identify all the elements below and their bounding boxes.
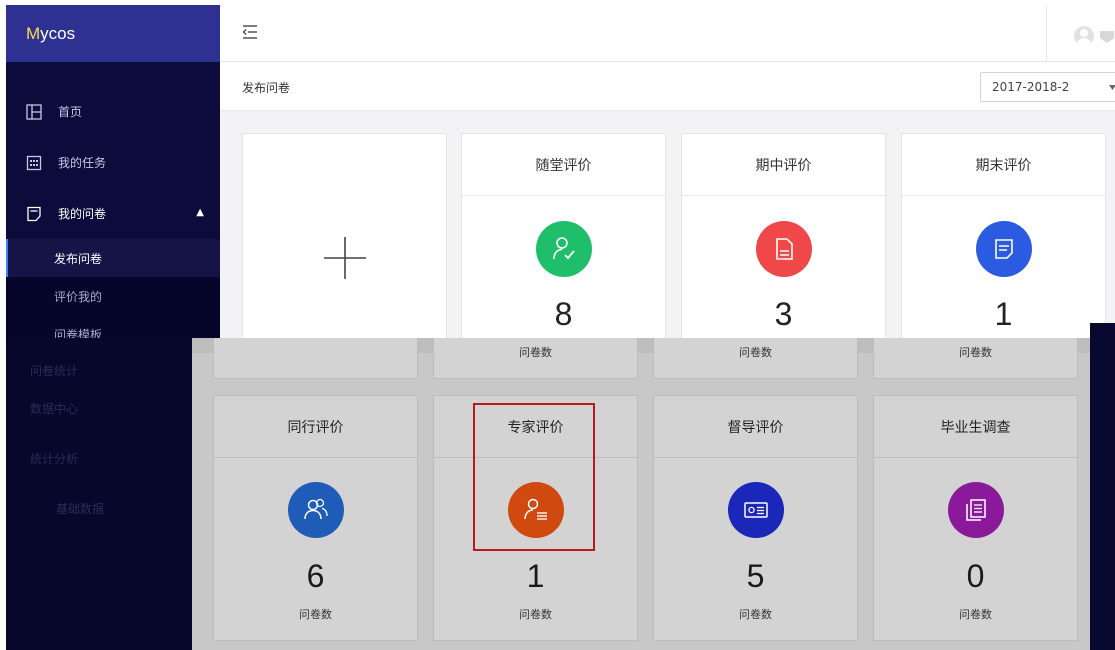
sidebar-subitem-publish[interactable]: 发布问卷 xyxy=(6,239,220,277)
logo-bar[interactable]: Mycos xyxy=(6,5,220,62)
card-count-label: 问卷数 xyxy=(959,346,992,359)
calendar-icon xyxy=(26,155,42,171)
card-title: 期中评价 xyxy=(682,134,885,196)
breadcrumb-bar: 发布问卷 2017-2018-2 xyxy=(220,62,1115,111)
people-icon xyxy=(287,482,344,538)
survey-card-peer[interactable]: 同行评价 6 问卷数 xyxy=(213,395,418,641)
sidebar-item-label: 我的任务 xyxy=(58,156,107,170)
term-select[interactable]: 2017-2018-2 xyxy=(980,72,1115,102)
card-count-label: 问卷数 xyxy=(519,346,552,359)
sidebar-lower-overlay: 问卷统计 数据中心 统计分析 基础数据 xyxy=(6,338,192,650)
card-count-label: 问卷数 xyxy=(299,608,332,621)
layout-icon xyxy=(26,103,42,120)
term-select-value: 2017-2018-2 xyxy=(992,80,1070,94)
sidebar-item-faded: 基础数据 xyxy=(56,502,105,516)
card-count-label: 问卷数 xyxy=(519,608,552,621)
logo[interactable]: Mycos xyxy=(26,24,75,44)
stacked-docs-icon xyxy=(947,482,1004,538)
sidebar-item-label: 我的问卷 xyxy=(58,207,107,221)
notepad-icon xyxy=(975,221,1032,277)
topbar-divider xyxy=(1046,5,1047,62)
card-count: 5 xyxy=(746,558,765,594)
user-menu-chevron-icon[interactable] xyxy=(1100,31,1114,43)
topbar xyxy=(220,5,1115,62)
card-count: 8 xyxy=(554,296,573,332)
sidebar-item-faded: 数据中心 xyxy=(30,402,79,416)
plus-icon xyxy=(323,236,367,280)
card-count-label: 问卷数 xyxy=(739,346,772,359)
card-count: 3 xyxy=(774,296,793,332)
card-footer: 问卷数 xyxy=(433,338,638,379)
card-title: 督导评价 xyxy=(654,396,857,458)
highlight-box xyxy=(473,403,595,551)
card-footer: 问卷数 xyxy=(653,338,858,379)
sidebar-item-label: 首页 xyxy=(58,105,83,119)
chevron-up-icon: ▲ xyxy=(196,207,204,218)
sidebar-item-my-surveys[interactable]: 我的问卷 ▲ xyxy=(6,188,220,239)
survey-card-graduate[interactable]: 毕业生调查 0 问卷数 xyxy=(873,395,1078,641)
sidebar-submenu: 发布问卷 评价我的 问卷模板 xyxy=(6,239,220,353)
breadcrumb: 发布问卷 xyxy=(242,81,291,95)
caret-down-icon xyxy=(1109,85,1115,90)
person-check-icon xyxy=(535,221,592,277)
sidebar-item-faded: 问卷统计 xyxy=(30,364,79,378)
card-footer xyxy=(213,338,418,379)
file-icon xyxy=(755,221,812,277)
card-title: 毕业生调查 xyxy=(874,396,1077,458)
card-count: 0 xyxy=(966,558,985,594)
user-avatar-icon[interactable] xyxy=(1074,26,1094,46)
card-title: 期末评价 xyxy=(902,134,1105,196)
card-count: 1 xyxy=(526,558,545,594)
id-card-icon xyxy=(727,482,784,538)
menu-collapse-icon[interactable] xyxy=(242,24,258,43)
card-footer: 问卷数 xyxy=(873,338,1078,379)
card-title: 随堂评价 xyxy=(462,134,665,196)
sidebar-subitem-evaluate-me[interactable]: 评价我的 xyxy=(6,277,220,315)
right-edge-overlay xyxy=(1090,323,1115,650)
survey-card-supervisor[interactable]: 督导评价 5 问卷数 xyxy=(653,395,858,641)
sidebar-nav: 首页 我的任务 我的问卷 ▲ xyxy=(6,62,220,239)
sidebar-item-tasks[interactable]: 我的任务 xyxy=(6,137,220,188)
page: Mycos 首页 我的任务 我的问卷 ▲ 发布问卷 评价我的 问卷模板 发布问卷… xyxy=(0,0,1115,650)
card-count: 1 xyxy=(994,296,1013,332)
document-icon xyxy=(26,206,42,222)
card-count-label: 问卷数 xyxy=(959,608,992,621)
sidebar-item-home[interactable]: 首页 xyxy=(6,86,220,137)
sidebar-item-faded: 统计分析 xyxy=(30,452,79,466)
card-count: 6 xyxy=(306,558,325,594)
card-count-label: 问卷数 xyxy=(739,608,772,621)
card-title: 同行评价 xyxy=(214,396,417,458)
